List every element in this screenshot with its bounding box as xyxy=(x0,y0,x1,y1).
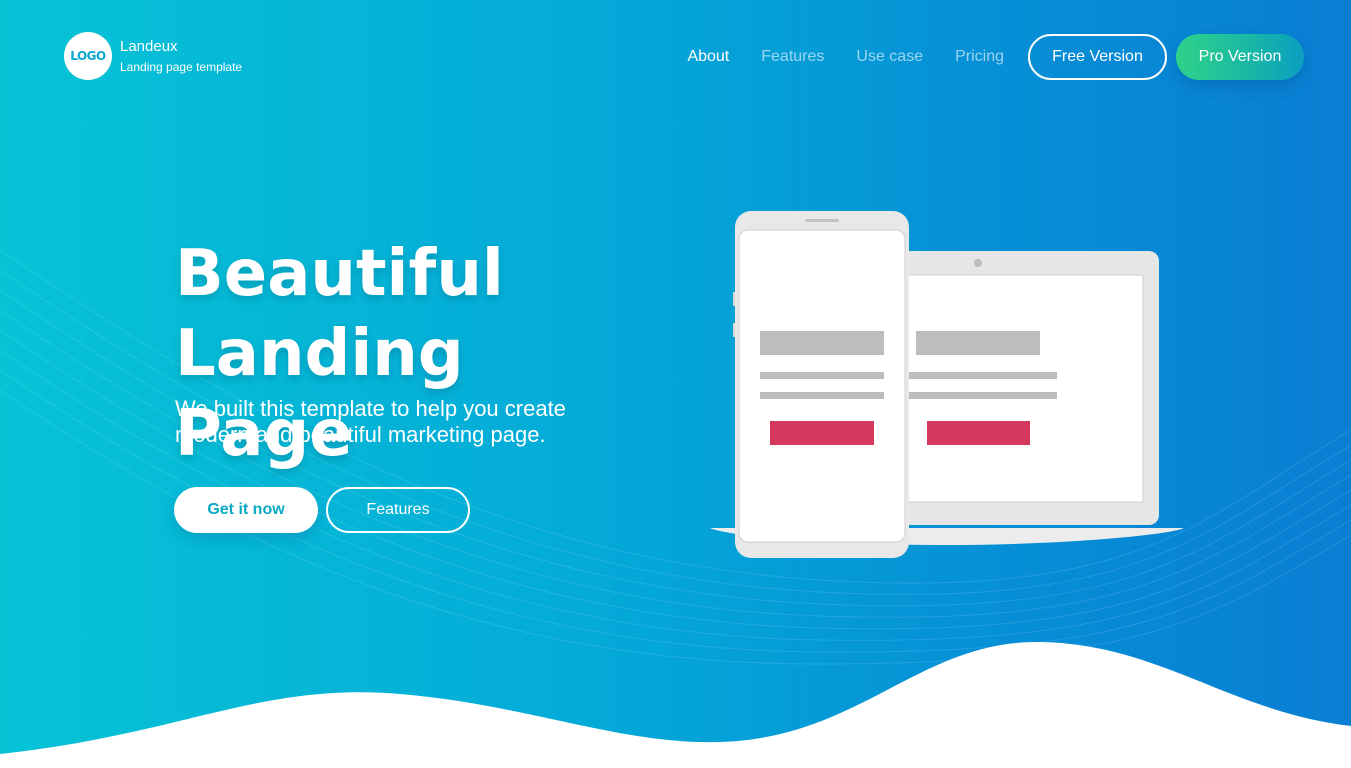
brand-text: Landeux Landing page template xyxy=(120,38,242,74)
phone-screen xyxy=(738,229,906,543)
brand-logo[interactable]: LOGO Landeux Landing page template xyxy=(64,32,242,80)
nav-about[interactable]: About xyxy=(687,48,729,66)
phone-text-line xyxy=(760,372,884,379)
laptop-camera xyxy=(974,259,982,267)
laptop-cta-placeholder xyxy=(927,421,1030,445)
phone-heading-placeholder xyxy=(760,331,884,355)
main-nav: About Features Use case Pricing Free Ver… xyxy=(687,34,1304,80)
device-mockup-illustration xyxy=(710,211,1184,558)
hero-subtitle-line-1: We built this template to help you creat… xyxy=(175,396,566,421)
phone-cta-placeholder xyxy=(770,421,874,445)
laptop-text-line xyxy=(905,372,1057,379)
free-version-button[interactable]: Free Version xyxy=(1028,34,1167,80)
brand-name: Landeux xyxy=(120,37,178,55)
get-it-now-button[interactable]: Get it now xyxy=(174,487,318,533)
nav-features[interactable]: Features xyxy=(761,48,824,66)
hero-subtitle: We built this template to help you creat… xyxy=(175,396,635,448)
phone-text-line xyxy=(760,392,884,399)
logo-badge: LOGO xyxy=(64,32,112,80)
features-button[interactable]: Features xyxy=(326,487,470,533)
laptop-screen xyxy=(904,274,1144,503)
phone-illustration xyxy=(733,211,909,558)
nav-use-case[interactable]: Use case xyxy=(856,48,923,66)
hero-title-line-1: Beautiful xyxy=(175,237,504,311)
laptop-heading-placeholder xyxy=(916,331,1040,355)
hero-subtitle-line-2: modern and beautiful marketing page. xyxy=(175,422,546,447)
brand-tagline: Landing page template xyxy=(120,59,243,74)
pro-version-button[interactable]: Pro Version xyxy=(1176,34,1304,80)
phone-speaker xyxy=(805,219,839,222)
nav-pricing[interactable]: Pricing xyxy=(955,48,1004,66)
laptop-text-line xyxy=(905,392,1057,399)
